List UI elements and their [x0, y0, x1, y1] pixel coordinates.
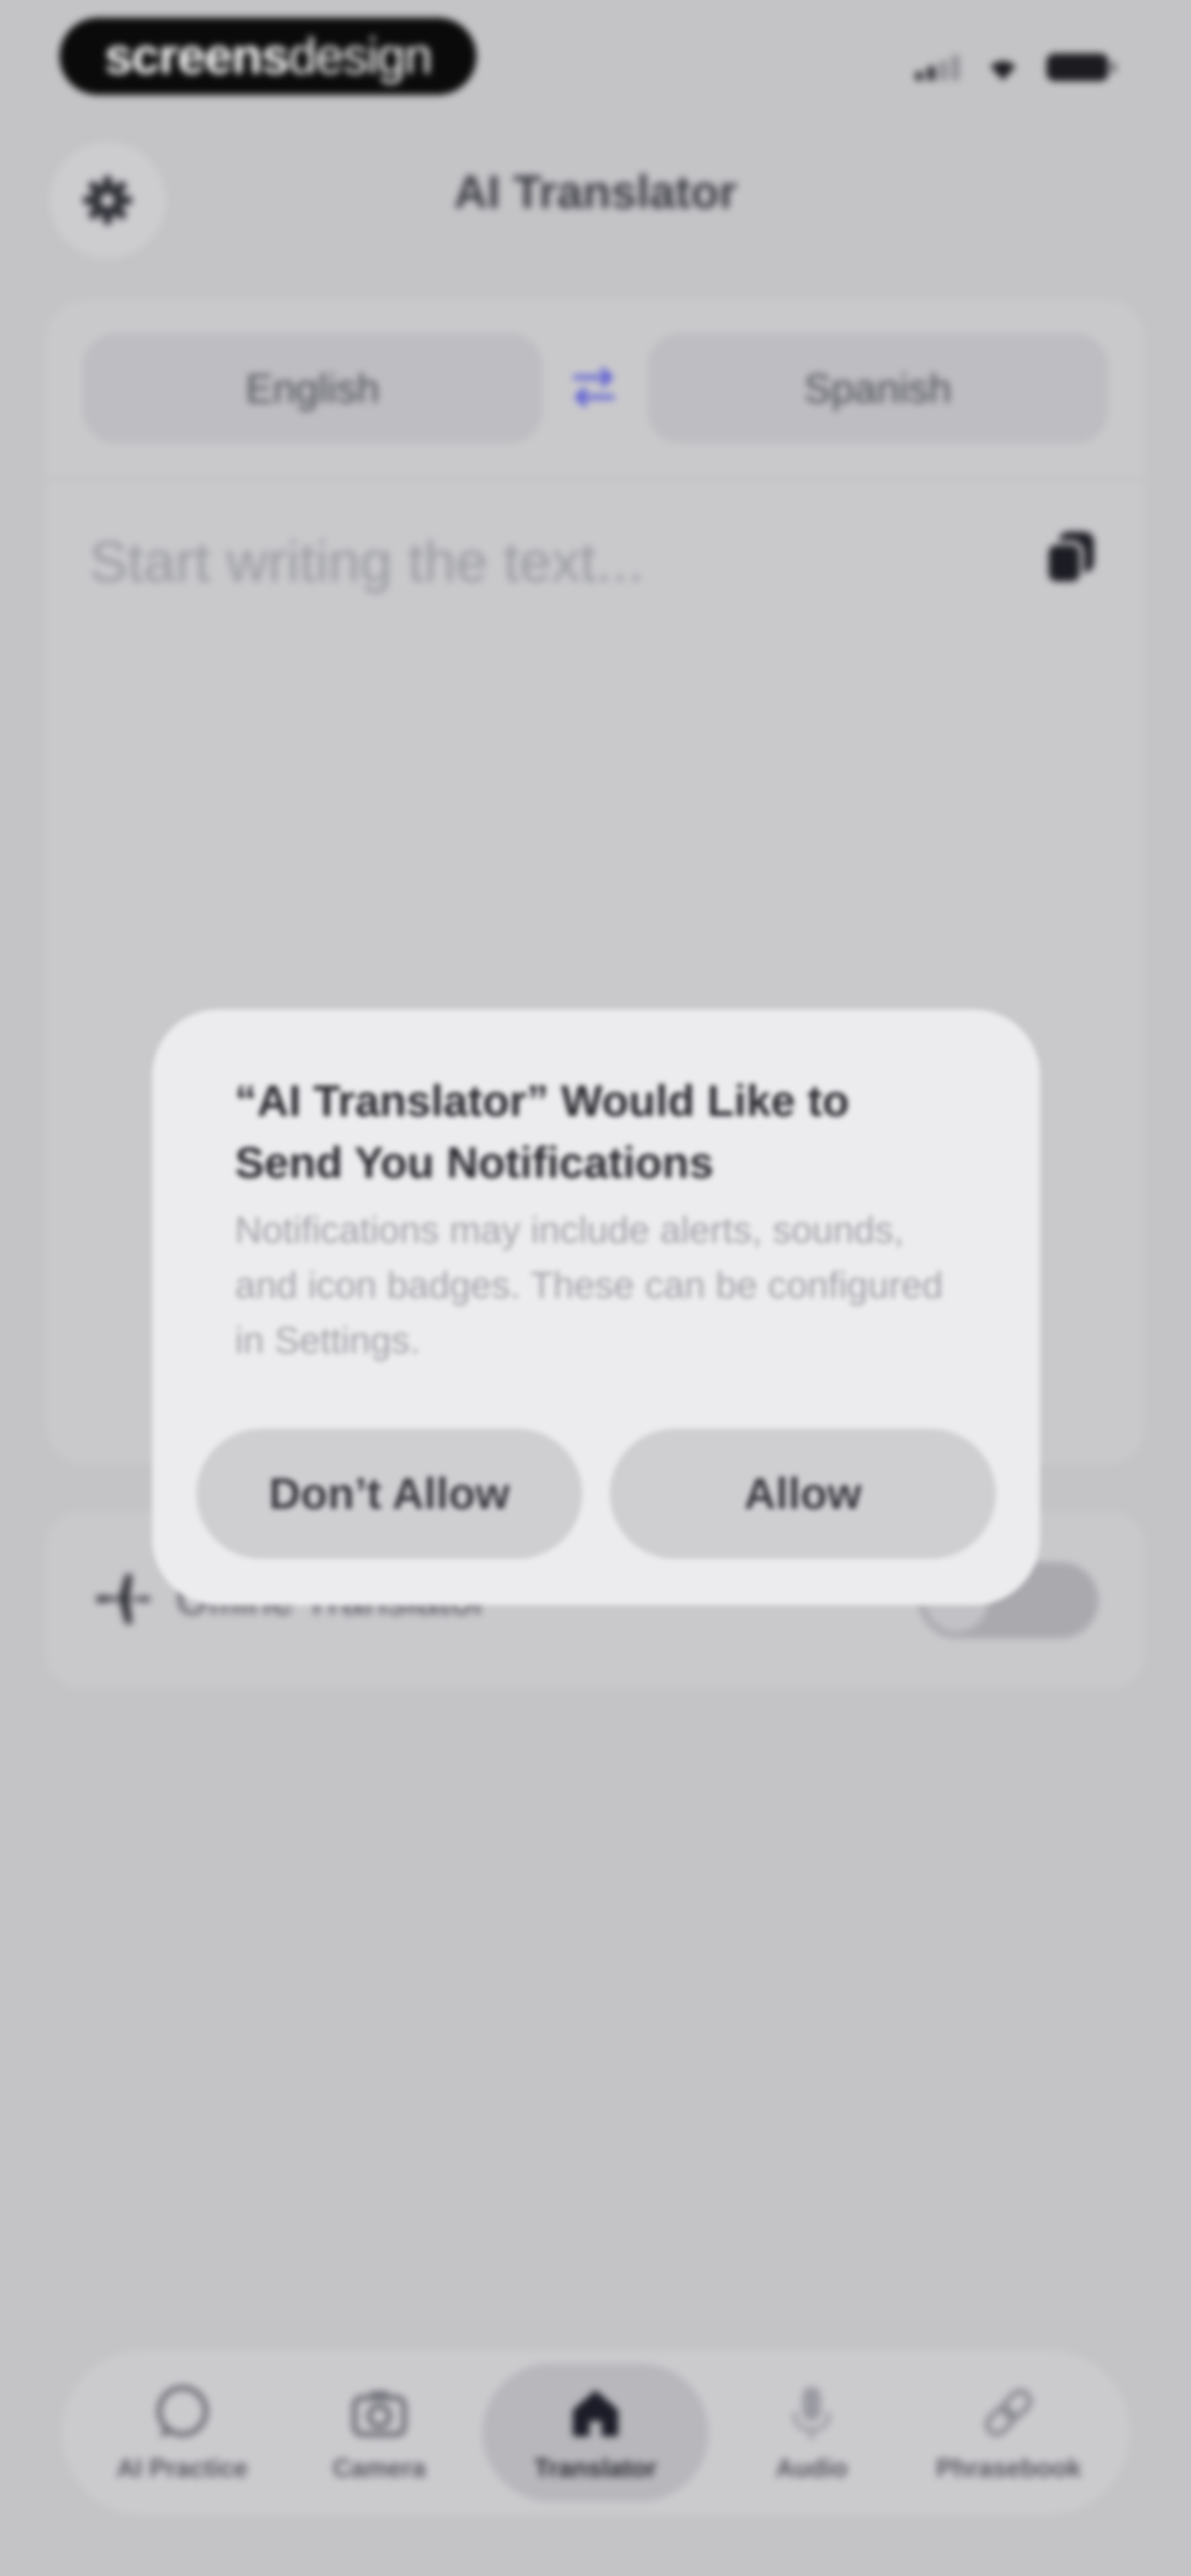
alert-title: “AI Translator” Would Like to Send You N… [235, 1076, 850, 1187]
allow-button[interactable]: Allow [610, 1429, 996, 1559]
dont-allow-button[interactable]: Don’t Allow [196, 1429, 582, 1559]
modal-scrim: “AI Translator” Would Like to Send You N… [0, 0, 1191, 2576]
notification-permission-alert: “AI Translator” Would Like to Send You N… [152, 1009, 1040, 1605]
alert-message: Notifications may include alerts, sounds… [235, 1209, 943, 1361]
